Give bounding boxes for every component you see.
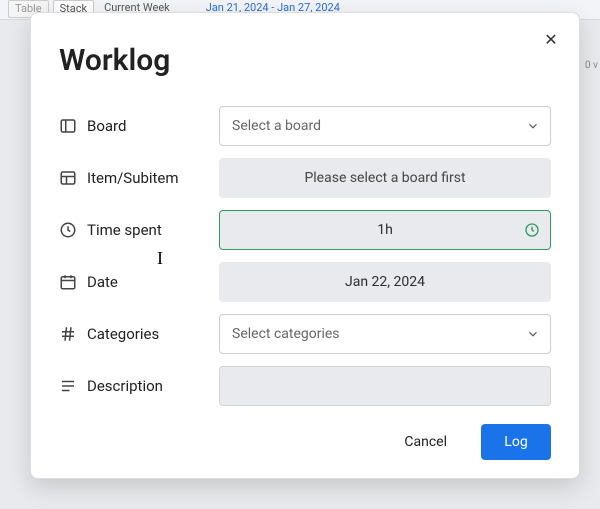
clock-icon-accent xyxy=(524,222,540,238)
label-time: Time spent xyxy=(59,221,219,239)
categories-placeholder: Select categories xyxy=(232,326,340,342)
label-description-text: Description xyxy=(87,377,163,395)
log-button[interactable]: Log xyxy=(481,424,551,460)
chevron-down-icon xyxy=(526,119,540,133)
hash-icon xyxy=(59,325,77,343)
categories-select[interactable]: Select categories xyxy=(219,314,551,354)
row-time: Time spent 1h I xyxy=(59,204,551,256)
item-placeholder: Please select a board first xyxy=(304,170,465,186)
worklog-form: Board Select a board Item/Subitem xyxy=(59,100,551,412)
item-select-disabled: Please select a board first xyxy=(219,158,551,198)
clock-icon xyxy=(59,221,77,239)
time-spent-input[interactable]: 1h xyxy=(219,210,551,250)
worklog-modal: ✕ Worklog Board Select a board xyxy=(30,12,580,479)
label-date: Date xyxy=(59,273,219,291)
board-icon xyxy=(59,117,77,135)
row-item: Item/Subitem Please select a board first xyxy=(59,152,551,204)
chevron-down-icon xyxy=(526,327,540,341)
label-date-text: Date xyxy=(87,273,118,291)
row-description: Description xyxy=(59,360,551,412)
modal-title: Worklog xyxy=(59,43,551,78)
label-board: Board xyxy=(59,117,219,135)
log-button-label: Log xyxy=(504,434,527,450)
label-item: Item/Subitem xyxy=(59,169,219,187)
board-select-placeholder: Select a board xyxy=(232,118,321,134)
description-input[interactable] xyxy=(219,366,551,406)
close-icon: ✕ xyxy=(544,30,557,49)
label-description: Description xyxy=(59,377,219,395)
cancel-button[interactable]: Cancel xyxy=(386,424,465,460)
description-icon xyxy=(59,377,77,395)
row-categories: Categories Select categories xyxy=(59,308,551,360)
label-board-text: Board xyxy=(87,117,126,135)
board-select[interactable]: Select a board xyxy=(219,106,551,146)
close-button[interactable]: ✕ xyxy=(539,27,563,51)
calendar-icon xyxy=(59,273,77,291)
row-date: Date Jan 22, 2024 xyxy=(59,256,551,308)
label-time-text: Time spent xyxy=(87,221,162,239)
side-info: 0 v xyxy=(585,60,598,71)
label-item-text: Item/Subitem xyxy=(87,169,179,187)
label-categories: Categories xyxy=(59,325,219,343)
date-input[interactable]: Jan 22, 2024 xyxy=(219,262,551,302)
label-categories-text: Categories xyxy=(87,325,159,343)
date-value: Jan 22, 2024 xyxy=(345,274,425,290)
row-board: Board Select a board xyxy=(59,100,551,152)
item-icon xyxy=(59,169,77,187)
time-spent-value: 1h xyxy=(377,222,393,238)
cancel-button-label: Cancel xyxy=(404,434,447,450)
modal-footer: Cancel Log xyxy=(59,412,551,460)
